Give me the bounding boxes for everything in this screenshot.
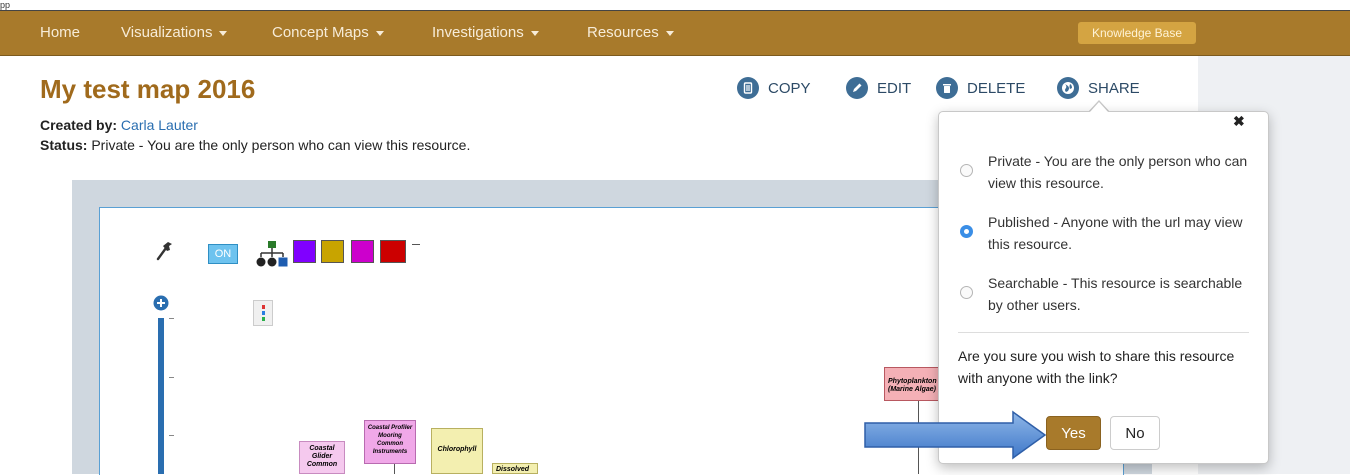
caret-down-icon bbox=[375, 30, 384, 36]
status-text: Private - You are the only person who ca… bbox=[91, 137, 471, 153]
concept-node[interactable]: Coastal Profiler Mooring Common Instrume… bbox=[364, 420, 416, 464]
zoom-in-icon[interactable] bbox=[153, 295, 169, 311]
edit-label: EDIT bbox=[877, 79, 912, 97]
delete-action[interactable]: DELETE bbox=[936, 77, 1025, 99]
copy-action[interactable]: COPY bbox=[737, 77, 811, 99]
toggle-on-button[interactable]: ON bbox=[208, 244, 238, 264]
nav-concept-maps[interactable]: Concept Maps bbox=[272, 11, 384, 55]
knowledge-base-button[interactable]: Knowledge Base bbox=[1078, 22, 1196, 44]
close-icon[interactable]: ✖ bbox=[1233, 113, 1245, 130]
share-option-searchable-label: Searchable - This resource is searchable… bbox=[988, 275, 1243, 313]
zoom-tick bbox=[169, 377, 174, 378]
edit-action[interactable]: EDIT bbox=[846, 77, 911, 99]
trash-icon bbox=[936, 77, 958, 99]
color-swatch-magenta[interactable] bbox=[351, 240, 374, 263]
caret-down-icon bbox=[219, 30, 228, 36]
zoom-tick bbox=[169, 318, 174, 319]
nav-visualizations-label: Visualizations bbox=[121, 24, 213, 41]
radio-private[interactable] bbox=[960, 164, 973, 177]
status-label: Status: bbox=[40, 137, 88, 153]
color-swatch-gold[interactable] bbox=[321, 240, 344, 263]
page-title: My test map 2016 bbox=[40, 74, 256, 104]
layout-menu-icon[interactable] bbox=[253, 300, 273, 326]
caret-down-icon bbox=[530, 30, 539, 36]
nav-home[interactable]: Home bbox=[40, 11, 80, 55]
share-confirmation-question: Are you sure you wish to share this reso… bbox=[958, 348, 1235, 386]
nav-concept-maps-label: Concept Maps bbox=[272, 24, 369, 41]
edit-icon bbox=[846, 77, 868, 99]
nav-investigations[interactable]: Investigations bbox=[432, 11, 539, 55]
status-line: Status: Private - You are the only perso… bbox=[40, 137, 470, 153]
zoom-slider-track[interactable] bbox=[158, 318, 164, 474]
share-option-private[interactable]: Private - You are the only person who ca… bbox=[960, 150, 1250, 194]
radio-searchable[interactable] bbox=[960, 286, 973, 299]
color-swatch-purple[interactable] bbox=[293, 240, 316, 263]
yes-button[interactable]: Yes bbox=[1046, 416, 1101, 450]
share-option-searchable[interactable]: Searchable - This resource is searchable… bbox=[960, 272, 1250, 316]
popover-arrow-fill bbox=[1089, 102, 1109, 113]
delete-label: DELETE bbox=[967, 79, 1026, 97]
no-button[interactable]: No bbox=[1110, 416, 1160, 450]
nav-resources[interactable]: Resources bbox=[587, 11, 674, 55]
nav-resources-label: Resources bbox=[587, 24, 659, 41]
arrow-annotation-icon bbox=[864, 410, 1047, 460]
created-by-line: Created by: Carla Lauter bbox=[40, 117, 198, 133]
zoom-tick bbox=[169, 435, 174, 436]
copy-label: COPY bbox=[768, 79, 811, 97]
nav-visualizations[interactable]: Visualizations bbox=[121, 11, 228, 55]
connector-line bbox=[394, 464, 395, 474]
share-action[interactable]: SHARE bbox=[1057, 77, 1140, 99]
radio-published[interactable] bbox=[960, 225, 973, 238]
nav-investigations-label: Investigations bbox=[432, 24, 524, 41]
window-top-strip: pp bbox=[0, 0, 1350, 11]
concept-node[interactable]: Coastal Glider Common bbox=[299, 441, 345, 474]
share-option-private-label: Private - You are the only person who ca… bbox=[988, 153, 1248, 191]
concept-node[interactable]: Chlorophyll bbox=[431, 428, 483, 474]
share-option-published-label: Published - Anyone with the url may view… bbox=[988, 214, 1243, 252]
author-link[interactable]: Carla Lauter bbox=[121, 117, 198, 133]
share-label: SHARE bbox=[1088, 79, 1140, 97]
hierarchy-icon[interactable] bbox=[256, 240, 288, 268]
globe-icon bbox=[1057, 77, 1079, 99]
hammer-icon[interactable] bbox=[154, 239, 178, 263]
concept-node[interactable]: Dissolved bbox=[492, 463, 538, 474]
created-by-label: Created by: bbox=[40, 117, 118, 133]
popover-divider bbox=[958, 332, 1249, 333]
caret-down-icon bbox=[665, 30, 674, 36]
concept-node[interactable]: Phytoplankton (Marine Algae) bbox=[884, 367, 940, 401]
color-swatch-red[interactable] bbox=[380, 240, 406, 263]
copy-icon bbox=[737, 77, 759, 99]
toolbar-dash bbox=[412, 244, 420, 245]
share-option-published[interactable]: Published - Anyone with the url may view… bbox=[960, 211, 1250, 255]
app-title-fragment: pp bbox=[0, 0, 11, 10]
